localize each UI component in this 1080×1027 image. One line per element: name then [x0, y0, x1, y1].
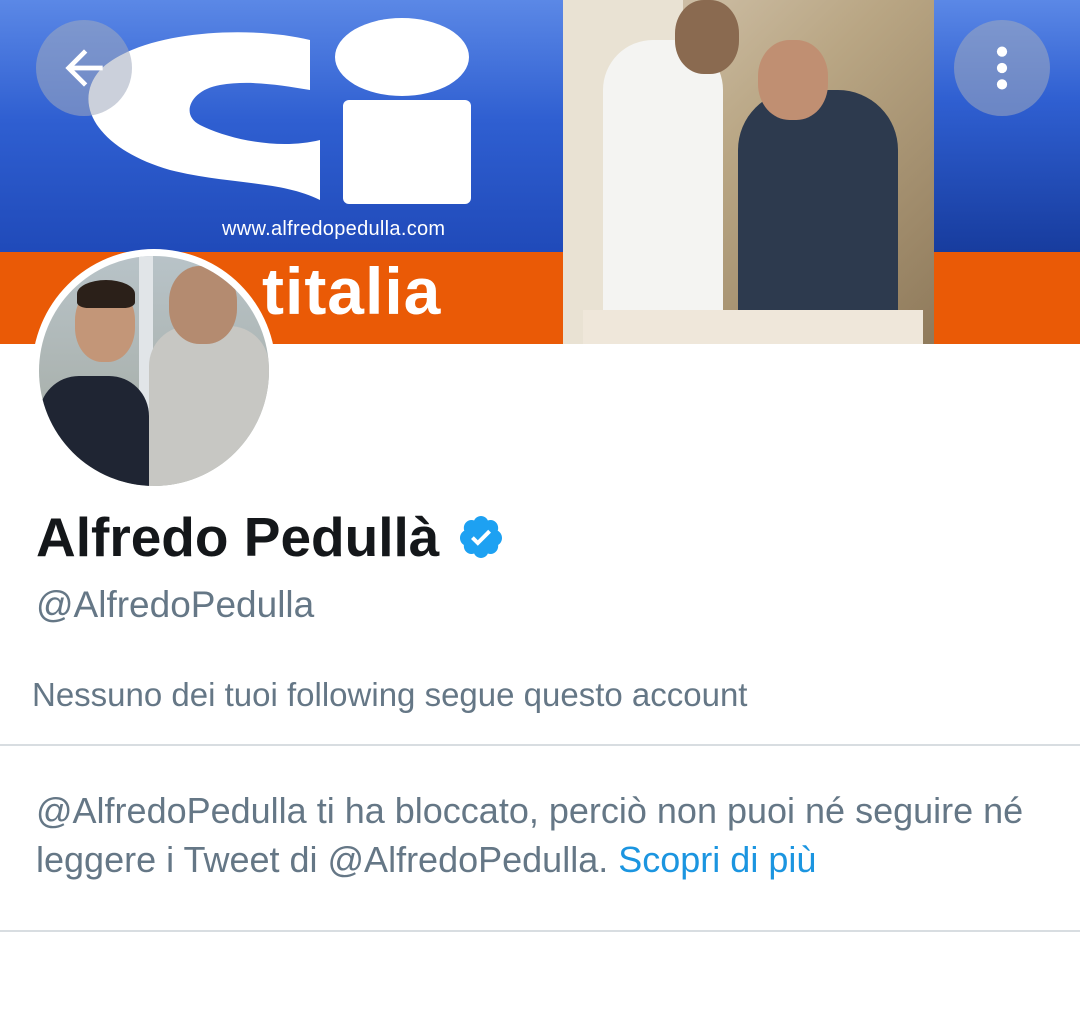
avatar-face-right	[169, 266, 237, 344]
followers-you-know-note: Nessuno dei tuoi following segue questo …	[32, 676, 748, 713]
banner-photo	[563, 0, 934, 344]
verified-badge-icon	[460, 516, 503, 558]
logo-i-stem	[343, 100, 471, 204]
avatar-hair-left	[77, 280, 135, 308]
banner-word-text: titalia	[262, 254, 442, 328]
photo-person-signing	[738, 90, 898, 320]
photo-person-standing	[603, 40, 723, 340]
logo-i-dot	[335, 18, 469, 96]
banner-right-orange	[934, 252, 1080, 344]
profile-name: Alfredo Pedullà	[36, 506, 440, 568]
avatar-person-left	[39, 376, 149, 486]
more-vertical-icon	[996, 46, 1008, 90]
arrow-left-icon	[65, 49, 103, 87]
learn-more-link[interactable]: Scopri di più	[618, 839, 816, 880]
divider	[0, 744, 1080, 746]
avatar[interactable]	[32, 249, 276, 493]
profile-handle: @AlfredoPedulla	[36, 584, 315, 625]
photo-table	[583, 310, 923, 344]
avatar-image	[39, 256, 269, 486]
profile-name-row: Alfredo Pedullà	[36, 502, 505, 572]
avatar-person-right	[149, 326, 269, 486]
blocked-message-text: @AlfredoPedulla ti ha bloccato, perciò n…	[36, 790, 1024, 880]
photo-head-standing	[675, 0, 739, 74]
banner-url-text: www.alfredopedulla.com	[222, 218, 446, 240]
blocked-message: @AlfredoPedulla ti ha bloccato, perciò n…	[36, 786, 1046, 884]
photo-head-signing	[758, 40, 828, 120]
more-options-button[interactable]	[954, 20, 1050, 116]
back-button[interactable]	[36, 20, 132, 116]
divider	[0, 930, 1080, 932]
